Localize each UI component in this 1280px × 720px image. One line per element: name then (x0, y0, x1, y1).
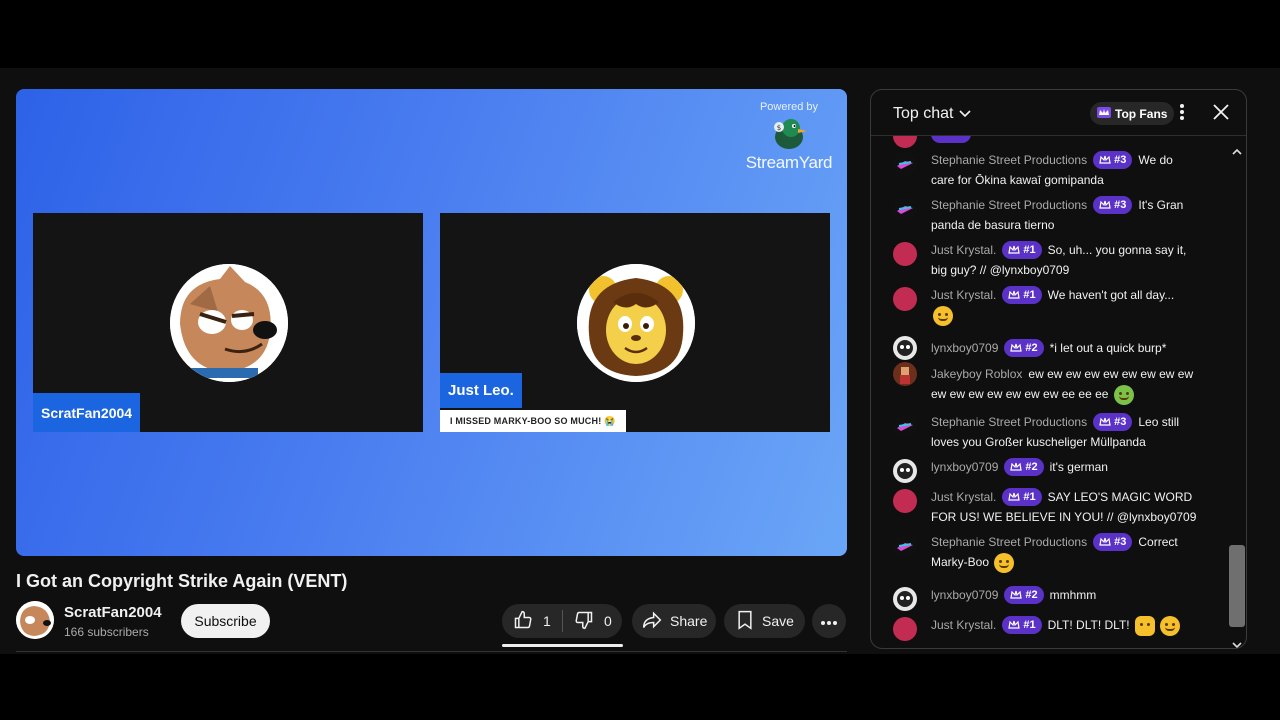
share-icon (642, 610, 662, 633)
dislike-count: 0 (604, 613, 612, 629)
more-horizontal-icon (820, 613, 838, 629)
video-player[interactable]: Powered by $ StreamYard ScratFan2004 Jus… (16, 89, 847, 556)
message-author[interactable]: Just Krystal. (931, 490, 996, 504)
smile-emoji-icon (994, 552, 1015, 573)
message-author[interactable]: Stephanie Street Productions (931, 415, 1087, 429)
video-title: I Got an Copyright Strike Again (VENT) (16, 571, 348, 591)
message-text: DLT! DLT! DLT! (1047, 618, 1130, 632)
chat-header: Top chat Top Fans (871, 90, 1246, 136)
message-author[interactable]: lynxboy0709 (931, 341, 998, 355)
rank-badge: #3 (1093, 195, 1133, 214)
like-button[interactable]: 1 (502, 610, 562, 633)
message-author[interactable]: Stephanie Street Productions (931, 535, 1087, 549)
scroll-down-icon[interactable] (1232, 636, 1242, 648)
thumbs-up-icon (513, 610, 533, 633)
message-text: We haven't got all day... (1047, 288, 1175, 302)
chevron-down-icon (959, 105, 972, 123)
top-fans-button[interactable]: Top Fans (1090, 102, 1175, 125)
rank-badge: #2 (1004, 338, 1044, 357)
user-avatar (893, 152, 917, 176)
watch-page: Powered by $ StreamYard ScratFan2004 Jus… (0, 68, 1280, 654)
sick-emoji-icon (1113, 384, 1134, 405)
channel-name[interactable]: ScratFan2004 (64, 604, 162, 621)
bookmark-icon (736, 610, 754, 633)
message-author[interactable]: Just Krystal. (931, 288, 996, 302)
rank-badge: #2 (1004, 585, 1044, 604)
smirk-emoji-icon (933, 305, 953, 326)
rank-badge: #1 (1002, 487, 1042, 506)
rank-badge: #3 (1093, 150, 1133, 169)
scroll-up-icon[interactable] (1232, 142, 1242, 160)
message-text: it's german (1049, 460, 1108, 474)
rank-badge: #1 (1002, 285, 1042, 304)
more-vertical-icon (1179, 104, 1185, 125)
raised-fist-emoji-icon (1134, 615, 1155, 636)
user-avatar (893, 489, 917, 513)
streamyard-watermark: Powered by $ StreamYard (741, 101, 837, 173)
top-fans-label: Top Fans (1115, 106, 1168, 121)
powered-by-label: Powered by (759, 101, 819, 113)
message-text: *i let out a quick burp* (1049, 341, 1167, 355)
like-dislike-group: 1 0 (502, 604, 622, 638)
participant-tile-scratfan: ScratFan2004 (33, 213, 423, 432)
user-avatar (893, 136, 917, 148)
user-avatar (893, 414, 917, 438)
chat-options-button[interactable] (1179, 103, 1185, 126)
user-avatar (893, 534, 917, 558)
dislike-button[interactable]: 0 (563, 610, 612, 633)
message-author[interactable]: Stephanie Street Productions (931, 153, 1087, 167)
message-author[interactable]: lynxboy0709 (931, 588, 998, 602)
rank-badge (931, 136, 971, 143)
streamyard-brand: StreamYard (745, 153, 833, 172)
like-count: 1 (543, 613, 551, 629)
user-avatar (893, 287, 917, 311)
rank-badge: #2 (1004, 457, 1044, 476)
live-chat-panel: Top chat Top Fans Stephanie Street Produ… (870, 89, 1247, 649)
svg-text:$: $ (777, 124, 781, 132)
rank-badge: #1 (1002, 240, 1042, 259)
stream-banner: I MISSED MARKY-BOO SO MUCH! 😭 (440, 410, 626, 432)
lion-avatar (577, 264, 695, 382)
user-avatar (893, 197, 917, 221)
share-label: Share (670, 613, 708, 629)
message-author[interactable]: lynxboy0709 (931, 460, 998, 474)
duck-logo-icon: $ (769, 115, 809, 151)
message-author[interactable]: Just Krystal. (931, 618, 996, 632)
grin-emoji-icon (1160, 615, 1181, 636)
close-icon (1211, 104, 1231, 126)
subscribe-button[interactable]: Subscribe (181, 604, 270, 638)
rank-badge: #3 (1093, 412, 1133, 431)
message-author[interactable]: Just Krystal. (931, 243, 996, 257)
user-avatar (893, 617, 917, 641)
user-avatar (893, 362, 917, 386)
save-button[interactable]: Save (724, 604, 805, 638)
save-label: Save (762, 613, 794, 629)
close-chat-button[interactable] (1211, 102, 1231, 127)
share-button[interactable]: Share (632, 604, 716, 638)
message-text: mmhmm (1049, 588, 1097, 602)
chat-mode-label: Top chat (893, 105, 954, 122)
like-progress-underline (502, 644, 623, 647)
more-actions-button[interactable] (812, 604, 846, 638)
rank-badge: #3 (1093, 532, 1133, 551)
user-avatar (893, 459, 917, 483)
dog-avatar (170, 264, 288, 382)
section-divider (16, 651, 847, 652)
message-author[interactable]: Stephanie Street Productions (931, 198, 1087, 212)
message-author[interactable]: Jakeyboy Roblox (931, 367, 1022, 381)
channel-avatar[interactable] (16, 601, 54, 639)
user-avatar (893, 242, 917, 266)
subscriber-count: 166 subscribers (64, 625, 149, 639)
crown-icon (1097, 106, 1111, 121)
rank-badge: #1 (1002, 615, 1042, 634)
participant-name: ScratFan2004 (33, 393, 141, 432)
scrollbar-thumb[interactable] (1229, 545, 1245, 627)
user-avatar (893, 336, 917, 360)
participant-tile-leo: Just Leo. I MISSED MARKY-BOO SO MUCH! 😭 (440, 213, 830, 432)
chat-message-list[interactable]: Stephanie Street Productions #3 We do care… (871, 136, 1231, 648)
thumbs-down-icon (574, 610, 594, 633)
user-avatar (893, 587, 917, 611)
participant-name: Just Leo. (440, 373, 522, 408)
chat-mode-dropdown[interactable]: Top chat (893, 105, 972, 123)
